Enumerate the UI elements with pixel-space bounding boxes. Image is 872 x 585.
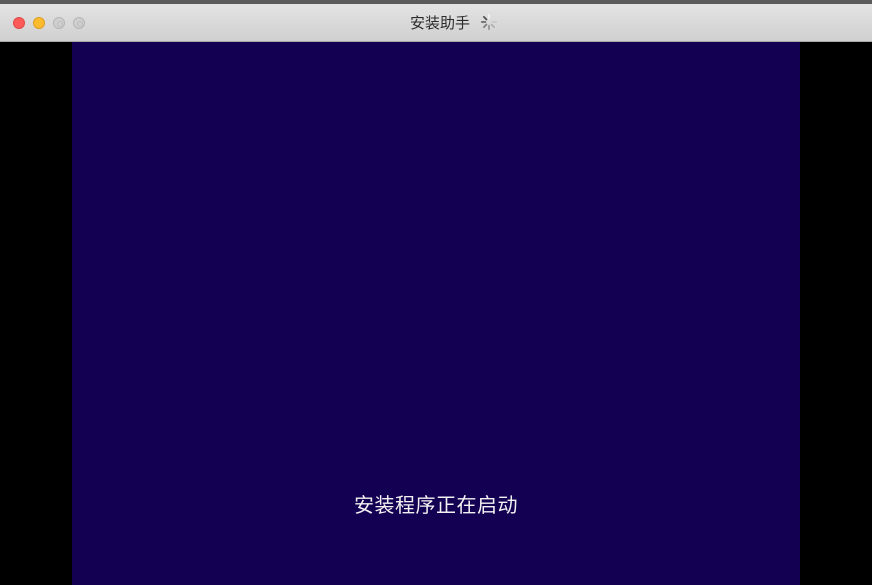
installer-screen: 安装程序正在启动	[72, 42, 800, 585]
titlebar[interactable]: 安装助手	[0, 0, 872, 42]
loading-spinner-icon	[480, 13, 498, 31]
window-title-group: 安装助手	[0, 12, 872, 32]
window-title: 安装助手	[409, 13, 470, 32]
installer-window: 安装助手 安装程序正在启动	[0, 0, 872, 585]
startup-status-text: 安装程序正在启动	[354, 493, 518, 517]
